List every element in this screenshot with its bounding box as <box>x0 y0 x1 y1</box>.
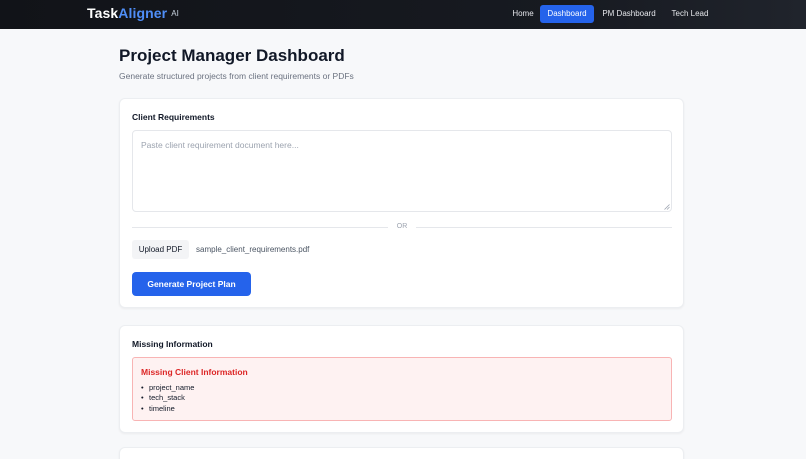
resize-handle-icon[interactable] <box>664 204 670 210</box>
generate-project-plan-button[interactable]: Generate Project Plan <box>132 272 251 296</box>
or-label: OR <box>396 223 408 230</box>
nav-item-home[interactable]: Home <box>509 5 537 23</box>
requirements-textarea[interactable] <box>132 130 672 212</box>
missing-information-title: Missing Information <box>132 339 213 349</box>
nav-item-dashboard[interactable]: Dashboard <box>540 5 594 23</box>
brand-name-accent: Aligner <box>118 5 168 21</box>
client-requirements-title: Client Requirements <box>132 112 215 122</box>
brand-suffix: AI <box>171 9 179 18</box>
missing-information-card: Missing Information Missing Client Infor… <box>119 325 684 433</box>
list-item: tech_stack <box>141 393 194 404</box>
list-item: project_name <box>141 383 194 394</box>
nav-item-tech-lead[interactable]: Tech Lead <box>668 5 712 23</box>
brand-name-primary: Task <box>87 5 119 21</box>
list-item: timeline <box>141 404 194 415</box>
upload-pdf-button[interactable]: Upload PDF <box>132 240 189 259</box>
alert-title: Missing Client Information <box>141 367 248 377</box>
top-navbar: TaskAligner AI Home Dashboard PM Dashboar… <box>0 0 806 29</box>
missing-fields-list: project_name tech_stack timeline <box>141 383 194 414</box>
next-section-card <box>119 447 684 459</box>
selected-file-name: sample_client_requirements.pdf <box>196 245 310 254</box>
nav-item-pm-dashboard[interactable]: PM Dashboard <box>598 5 660 23</box>
page-subtitle: Generate structured projects from client… <box>119 71 354 81</box>
divider-line-right <box>416 227 672 228</box>
or-divider: OR <box>132 223 672 233</box>
page-title: Project Manager Dashboard <box>119 46 345 65</box>
divider-line-left <box>132 227 388 228</box>
client-requirements-card: Client Requirements OR Upload PDF sample… <box>119 98 684 308</box>
missing-info-alert: Missing Client Information project_name … <box>132 357 672 421</box>
brand-logo[interactable]: TaskAligner AI <box>87 5 179 21</box>
